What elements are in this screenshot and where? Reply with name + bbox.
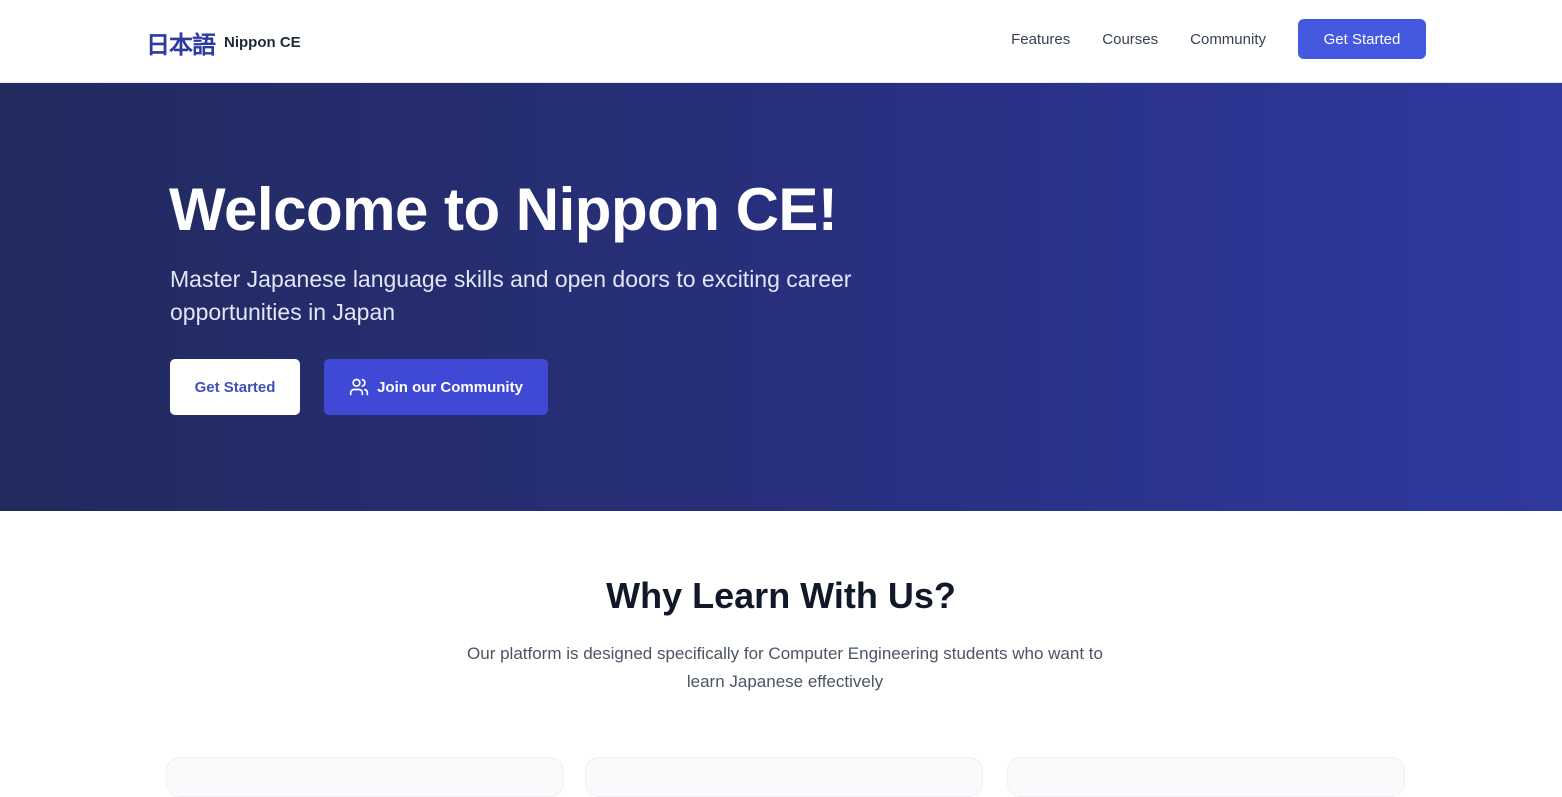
hero-subtitle: Master Japanese language skills and open… <box>170 266 852 325</box>
users-icon <box>349 377 369 397</box>
features-description: Our platform is designed specifically fo… <box>467 644 1103 691</box>
nav-link-community[interactable]: Community <box>1190 31 1266 48</box>
nav-get-started-button[interactable]: Get Started <box>1298 19 1426 59</box>
join-community-label: Join our Community <box>377 378 523 396</box>
feature-card <box>1007 757 1405 797</box>
join-community-button[interactable]: Join our Community <box>324 359 548 415</box>
hero-actions: Get Started Join our Community <box>170 359 548 415</box>
logo-brand-name: Nippon CE <box>224 34 301 51</box>
nav-link-courses[interactable]: Courses <box>1102 31 1158 48</box>
features-title: Why Learn With Us? <box>606 575 956 616</box>
hero-get-started-button[interactable]: Get Started <box>170 359 300 415</box>
hero-title: Welcome to Nippon CE! <box>169 176 838 243</box>
logo[interactable]: 日本語 Nippon CE <box>146 25 301 60</box>
logo-japanese-text: 日本語 <box>146 31 216 59</box>
top-navbar: 日本語 Nippon CE Features Courses Community… <box>0 0 1562 83</box>
hero-section: Welcome to Nippon CE! Master Japanese la… <box>0 83 1562 511</box>
nav-link-features[interactable]: Features <box>1011 31 1070 48</box>
feature-card <box>585 757 983 797</box>
feature-card <box>166 757 564 797</box>
main-nav: Features Courses Community Get Started <box>979 19 1426 59</box>
